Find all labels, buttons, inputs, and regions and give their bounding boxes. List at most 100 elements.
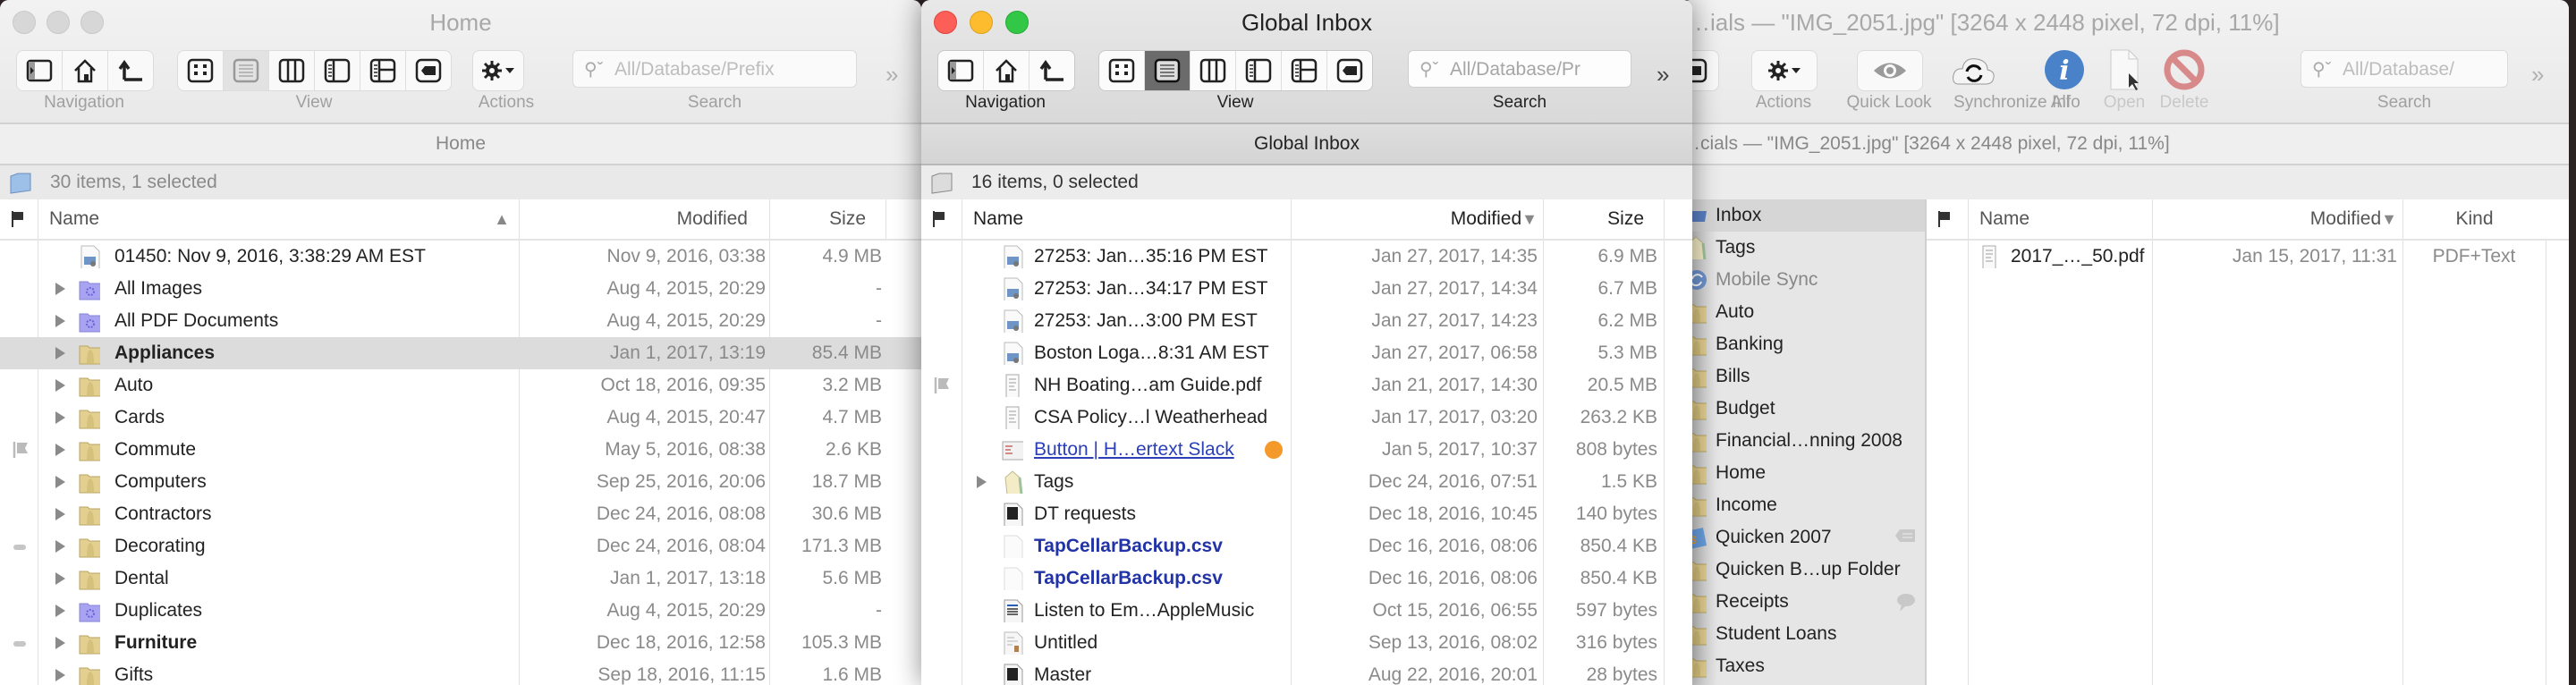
sidebar-item[interactable]: Income (1682, 489, 1925, 521)
list-row[interactable]: CSA Policy…l Weatherhead Jan 17, 2017, 03… (921, 402, 1692, 434)
modified-column-header[interactable]: Modified▼ (1291, 199, 1543, 239)
flag-column-icon[interactable] (1937, 210, 1952, 228)
sidebar-item[interactable]: Quicken B…up Folder (1682, 554, 1925, 586)
sidebar-item[interactable]: Budget (1682, 393, 1925, 425)
disclosure-triangle-icon[interactable] (55, 283, 65, 295)
view-list-button[interactable] (1145, 51, 1191, 90)
view-tags-button[interactable] (1327, 51, 1372, 90)
name-column-header[interactable]: Name (962, 199, 1291, 239)
actions-button[interactable] (1752, 51, 1817, 90)
list-row[interactable]: Untitled Sep 13, 2016, 08:02 316 bytes (921, 627, 1692, 659)
list-row[interactable]: 27253: Jan…35:16 PM EST Jan 27, 2017, 14:… (921, 241, 1692, 273)
list-row[interactable]: Decorating Dec 24, 2016, 08:04 171.3 MB (0, 530, 921, 562)
go-up-button[interactable] (1030, 51, 1074, 90)
list-row[interactable]: Cards Aug 4, 2015, 20:47 4.7 MB (0, 402, 921, 434)
list-row[interactable]: TapCellarBackup.csv Dec 16, 2016, 08:06 85… (921, 530, 1692, 562)
open-document-icon[interactable] (2107, 48, 2143, 93)
list-row[interactable]: Gifts Sep 18, 2016, 11:15 1.6 MB (0, 659, 921, 685)
sidebar-item[interactable]: Auto (1682, 296, 1925, 328)
search-field[interactable]: ⚲ˇ All/Database/Prefix (572, 50, 857, 88)
disclosure-triangle-icon[interactable] (55, 572, 65, 585)
actions-button[interactable] (473, 51, 523, 90)
search-field[interactable]: ⚲ˇ All/Database/Pr (1408, 50, 1631, 88)
view-split-button[interactable] (1236, 51, 1282, 90)
disclosure-triangle-icon[interactable] (55, 379, 65, 392)
view-icons-button[interactable] (1099, 51, 1145, 90)
flag-column-icon[interactable] (932, 210, 946, 228)
list-row[interactable]: Computers Sep 25, 2016, 20:06 18.7 MB (0, 466, 921, 498)
view-vertical-split-button[interactable] (360, 51, 406, 90)
disclosure-triangle-icon[interactable] (977, 476, 987, 488)
name-column-header[interactable]: Name ▲ (38, 199, 519, 239)
list-row[interactable]: Boston Loga…8:31 AM EST Jan 27, 2017, 06:… (921, 337, 1692, 369)
toggle-sidebar-button[interactable] (938, 51, 984, 90)
sidebar-item[interactable]: Home (1682, 457, 1925, 489)
sync-cloud-icon[interactable] (1952, 54, 1996, 88)
disclosure-triangle-icon[interactable] (55, 411, 65, 424)
disclosure-triangle-icon[interactable] (55, 540, 65, 553)
disclosure-triangle-icon[interactable] (55, 476, 65, 488)
sidebar-item[interactable]: Student Loans (1682, 618, 1925, 650)
sidebar-item[interactable]: Bills (1682, 360, 1925, 393)
delete-icon[interactable] (2163, 48, 2206, 91)
go-up-button[interactable] (108, 51, 153, 90)
list-row[interactable]: All Images Aug 4, 2015, 20:29 - (0, 273, 921, 305)
list-row[interactable]: NH Boating…am Guide.pdf Jan 21, 2017, 14:… (921, 369, 1692, 402)
list-row[interactable]: Appliances Jan 1, 2017, 13:19 85.4 MB (0, 337, 921, 369)
disclosure-triangle-icon[interactable] (55, 444, 65, 456)
modified-column-header[interactable]: Modified▼ (2152, 199, 2402, 239)
toolbar-overflow-button[interactable]: » (2531, 61, 2544, 89)
disclosure-triangle-icon[interactable] (55, 315, 65, 327)
view-tags-button[interactable] (406, 51, 451, 90)
sidebar-item[interactable]: Banking (1682, 328, 1925, 360)
disclosure-triangle-icon[interactable] (55, 605, 65, 617)
list-row[interactable]: 27253: Jan…34:17 PM EST Jan 27, 2017, 14:… (921, 273, 1692, 305)
search-field[interactable]: ⚲ˇ All/Database/ (2301, 50, 2508, 88)
view-columns-button[interactable] (1191, 51, 1236, 90)
toolbar-overflow-button[interactable]: » (1657, 61, 1669, 89)
view-columns-button[interactable] (269, 51, 315, 90)
toggle-sidebar-button[interactable] (17, 51, 63, 90)
sidebar-item[interactable]: Mobile Sync (1682, 264, 1925, 296)
sidebar-item[interactable]: Tags (1682, 232, 1925, 264)
kind-column-header[interactable]: Kind (2402, 199, 2546, 239)
list-row[interactable]: TapCellarBackup.csv Dec 16, 2016, 08:06 85… (921, 562, 1692, 595)
size-column-header[interactable]: Size (769, 199, 886, 239)
list-row[interactable]: 01450: Nov 9, 2016, 3:38:29 AM EST Nov 9,… (0, 241, 921, 273)
list-row[interactable]: Contractors Dec 24, 2016, 08:08 30.6 MB (0, 498, 921, 530)
sidebar-item[interactable]: $ Quicken 2007 (1682, 521, 1925, 554)
disclosure-triangle-icon[interactable] (55, 637, 65, 649)
list-row[interactable]: 27253: Jan…3:00 PM EST Jan 27, 2017, 14:2… (921, 305, 1692, 337)
view-list-button[interactable] (224, 51, 269, 90)
view-icons-button[interactable] (178, 51, 224, 90)
sidebar-item[interactable]: Inbox (1682, 199, 1925, 232)
list-row[interactable]: DT requests Dec 18, 2016, 10:45 140 bytes (921, 498, 1692, 530)
home-button[interactable] (63, 51, 108, 90)
list-row[interactable]: Duplicates Aug 4, 2015, 20:29 - (0, 595, 921, 627)
disclosure-triangle-icon[interactable] (55, 347, 65, 359)
view-vertical-split-button[interactable] (1282, 51, 1327, 90)
flag-column-icon[interactable] (11, 210, 25, 228)
home-button[interactable] (984, 51, 1030, 90)
info-icon[interactable]: i (2043, 48, 2086, 91)
list-row[interactable]: Master Aug 22, 2016, 20:01 28 bytes (921, 659, 1692, 685)
list-row[interactable]: Listen to Em…AppleMusic Oct 15, 2016, 06:… (921, 595, 1692, 627)
size-column-header[interactable]: Size (1543, 199, 1664, 239)
name-column-header[interactable]: Name (1968, 199, 2152, 239)
sidebar-item[interactable]: Taxes (1682, 650, 1925, 682)
disclosure-triangle-icon[interactable] (55, 669, 65, 681)
list-row[interactable]: Dental Jan 1, 2017, 13:18 5.6 MB (0, 562, 921, 595)
sidebar-item[interactable]: Receipts (1682, 586, 1925, 618)
list-row[interactable]: All PDF Documents Aug 4, 2015, 20:29 - (0, 305, 921, 337)
toolbar-overflow-button[interactable]: » (886, 61, 898, 89)
view-split-button[interactable] (315, 51, 360, 90)
sidebar-item[interactable]: Financial…nning 2008 (1682, 425, 1925, 457)
list-row[interactable]: Button | H…ertext Slack Jan 5, 2017, 10:3… (921, 434, 1692, 466)
modified-column-header[interactable]: Modified (519, 199, 769, 239)
list-row[interactable]: Furniture Dec 18, 2016, 12:58 105.3 MB (0, 627, 921, 659)
disclosure-triangle-icon[interactable] (55, 508, 65, 520)
list-row[interactable]: Auto Oct 18, 2016, 09:35 3.2 MB (0, 369, 921, 402)
list-row[interactable]: Tags Dec 24, 2016, 07:51 1.5 KB (921, 466, 1692, 498)
list-row[interactable]: 2017_…_50.pdf Jan 15, 2017, 11:31 PDF+Text (1927, 241, 2569, 273)
quick-look-button[interactable] (1858, 51, 1922, 90)
